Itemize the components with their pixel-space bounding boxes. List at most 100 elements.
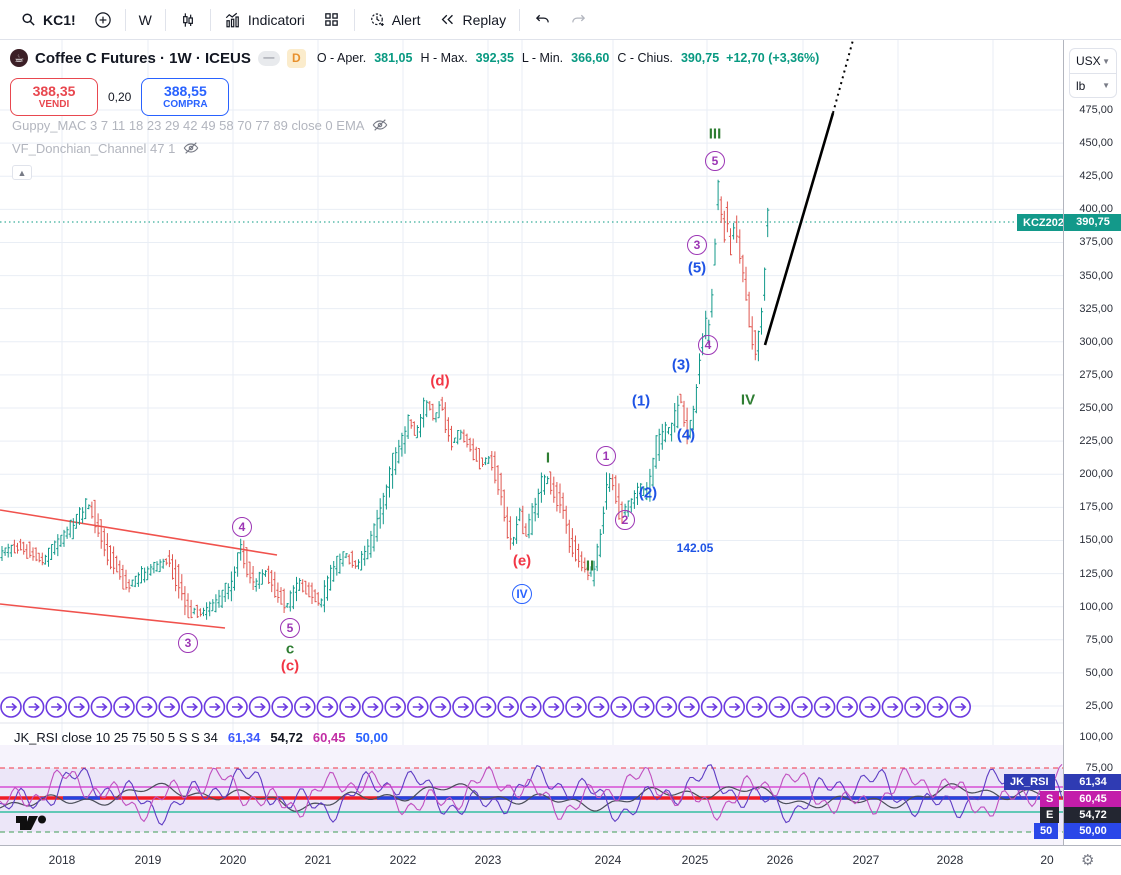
wave-label[interactable]: 5 bbox=[705, 151, 725, 171]
price-tick: 375,00 bbox=[1079, 236, 1113, 248]
ohlc-label: O - Aper. bbox=[317, 51, 366, 65]
rsi-axis-chip: 50 bbox=[1034, 823, 1058, 839]
rsi-legend[interactable]: JK_RSI close 10 25 75 50 5 S S 34 61,34 5… bbox=[14, 730, 388, 745]
undo-button[interactable] bbox=[524, 6, 560, 34]
time-axis[interactable]: 2018201920202021202220232024202520262027… bbox=[0, 845, 1121, 875]
indicators-icon bbox=[224, 11, 242, 29]
ohlc-label: L - Min. bbox=[522, 51, 563, 65]
rsi-value: 50,00 bbox=[355, 730, 388, 745]
unit-dropdown[interactable]: lb ▼ bbox=[1070, 73, 1116, 97]
unit-label: lb bbox=[1076, 79, 1085, 93]
toolbar-separator bbox=[165, 9, 166, 31]
ohlc-value: 366,60 bbox=[571, 51, 609, 65]
price-tick: 125,00 bbox=[1079, 568, 1113, 580]
wave-label[interactable]: II bbox=[586, 558, 594, 575]
gear-icon[interactable]: ⚙ bbox=[1081, 851, 1094, 869]
wave-label[interactable]: 142.05 bbox=[677, 541, 714, 555]
sell-button[interactable]: 388,35 VENDI bbox=[10, 78, 98, 116]
year-label: 2020 bbox=[220, 853, 247, 867]
interval-button[interactable]: W bbox=[130, 6, 161, 34]
indicator-legend-row[interactable]: Guppy_MAC 3 7 11 18 23 29 42 49 58 70 77… bbox=[12, 117, 388, 133]
buy-button[interactable]: 388,55 COMPRA bbox=[141, 78, 229, 116]
redo-icon bbox=[569, 11, 587, 29]
year-label: 2027 bbox=[853, 853, 880, 867]
search-icon bbox=[19, 11, 37, 29]
layout-grid-button[interactable] bbox=[314, 6, 350, 34]
rsi-axis-value: 50,00 bbox=[1064, 823, 1121, 839]
grid-layout-icon bbox=[323, 11, 341, 29]
rsi-axis-chip: S bbox=[1040, 791, 1059, 807]
wave-label[interactable]: I bbox=[546, 450, 550, 467]
eye-off-icon[interactable] bbox=[183, 140, 199, 156]
wave-label[interactable]: (1) bbox=[632, 393, 650, 410]
wave-label[interactable]: (4) bbox=[677, 427, 695, 444]
eye-off-icon[interactable] bbox=[372, 117, 388, 133]
collapse-legend-button[interactable]: ▲ bbox=[12, 165, 32, 180]
replay-button[interactable]: Replay bbox=[430, 6, 516, 34]
plus-circle-icon bbox=[94, 11, 112, 29]
price-tick: 25,00 bbox=[1085, 700, 1113, 712]
ohlc-label: H - Max. bbox=[420, 51, 467, 65]
indicator-legend-row[interactable]: VF_Donchian_Channel 47 1 bbox=[12, 140, 199, 156]
wave-label[interactable]: 2 bbox=[615, 510, 635, 530]
rsi-axis-value: 54,72 bbox=[1064, 807, 1121, 823]
rsi-legend-name: JK_RSI close 10 25 75 50 5 S S 34 bbox=[14, 730, 218, 745]
alert-button[interactable]: Alert bbox=[359, 6, 430, 34]
rsi-tick: 75,00 bbox=[1085, 762, 1113, 774]
redo-button[interactable] bbox=[560, 6, 596, 34]
chevron-down-icon: ▼ bbox=[1102, 81, 1110, 90]
indicators-label: Indicatori bbox=[248, 12, 305, 28]
rsi-legend-values: 61,3454,7260,4550,00 bbox=[228, 730, 388, 745]
wave-label[interactable]: 1 bbox=[596, 446, 616, 466]
toolbar-separator bbox=[125, 9, 126, 31]
candlestick-icon bbox=[179, 11, 197, 29]
price-tick: 275,00 bbox=[1079, 369, 1113, 381]
price-tick: 100,00 bbox=[1079, 601, 1113, 613]
toolbar-separator bbox=[210, 9, 211, 31]
top-toolbar: KC1! W Indicatori bbox=[0, 0, 1121, 40]
wave-label[interactable]: 3 bbox=[687, 235, 707, 255]
price-tick: 225,00 bbox=[1079, 435, 1113, 447]
price-tick: 200,00 bbox=[1079, 468, 1113, 480]
rsi-axis-chip: E bbox=[1040, 807, 1059, 823]
tradingview-logo[interactable] bbox=[16, 812, 50, 834]
compare-add-button[interactable] bbox=[85, 6, 121, 34]
ohlc-value: 381,05 bbox=[374, 51, 412, 65]
wave-label[interactable]: 5 bbox=[280, 618, 300, 638]
rsi-axis-value: 61,34 bbox=[1064, 774, 1121, 790]
wave-label[interactable]: (2) bbox=[639, 485, 657, 502]
buy-label: COMPRA bbox=[163, 99, 207, 110]
minus-pill-icon[interactable]: — bbox=[258, 51, 280, 66]
wave-label[interactable]: (5) bbox=[688, 260, 706, 277]
price-tick: 350,00 bbox=[1079, 270, 1113, 282]
rsi-value: 61,34 bbox=[228, 730, 261, 745]
chevron-down-icon: ▼ bbox=[1102, 57, 1110, 66]
currency-dropdown[interactable]: USX ▼ bbox=[1070, 49, 1116, 73]
wave-label[interactable]: IV bbox=[741, 392, 755, 409]
wave-label[interactable]: 4 bbox=[698, 335, 718, 355]
wave-label[interactable]: (3) bbox=[672, 357, 690, 374]
wave-label[interactable]: III bbox=[709, 126, 722, 143]
wave-label[interactable]: 3 bbox=[178, 633, 198, 653]
wave-label[interactable]: c bbox=[286, 641, 294, 658]
rsi-axis-value: 60,45 bbox=[1064, 791, 1121, 807]
wave-label[interactable]: (c) bbox=[281, 658, 299, 675]
price-axis[interactable]: USX ▼ lb ▼ 475,00450,00425,00400,00375,0… bbox=[1063, 40, 1121, 845]
price-tick: 250,00 bbox=[1079, 402, 1113, 414]
indicator-name: VF_Donchian_Channel 47 1 bbox=[12, 141, 175, 156]
wave-label[interactable]: 4 bbox=[232, 517, 252, 537]
wave-label[interactable]: IV bbox=[512, 584, 532, 604]
price-tick: 475,00 bbox=[1079, 104, 1113, 116]
price-tick: 175,00 bbox=[1079, 501, 1113, 513]
symbol-search-button[interactable]: KC1! bbox=[10, 6, 85, 34]
price-change: +12,70 (+3,36%) bbox=[726, 51, 819, 65]
year-label: 2024 bbox=[595, 853, 622, 867]
wave-label[interactable]: (d) bbox=[430, 373, 449, 390]
rsi-value: 60,45 bbox=[313, 730, 346, 745]
symbol-title[interactable]: Coffee C Futures · 1W · ICEUS bbox=[35, 50, 251, 67]
chart-style-button[interactable] bbox=[170, 6, 206, 34]
indicators-button[interactable]: Indicatori bbox=[215, 6, 314, 34]
price-tick: 75,00 bbox=[1085, 634, 1113, 646]
wave-label[interactable]: (e) bbox=[513, 553, 531, 570]
timeframe-badge[interactable]: D bbox=[287, 49, 306, 68]
